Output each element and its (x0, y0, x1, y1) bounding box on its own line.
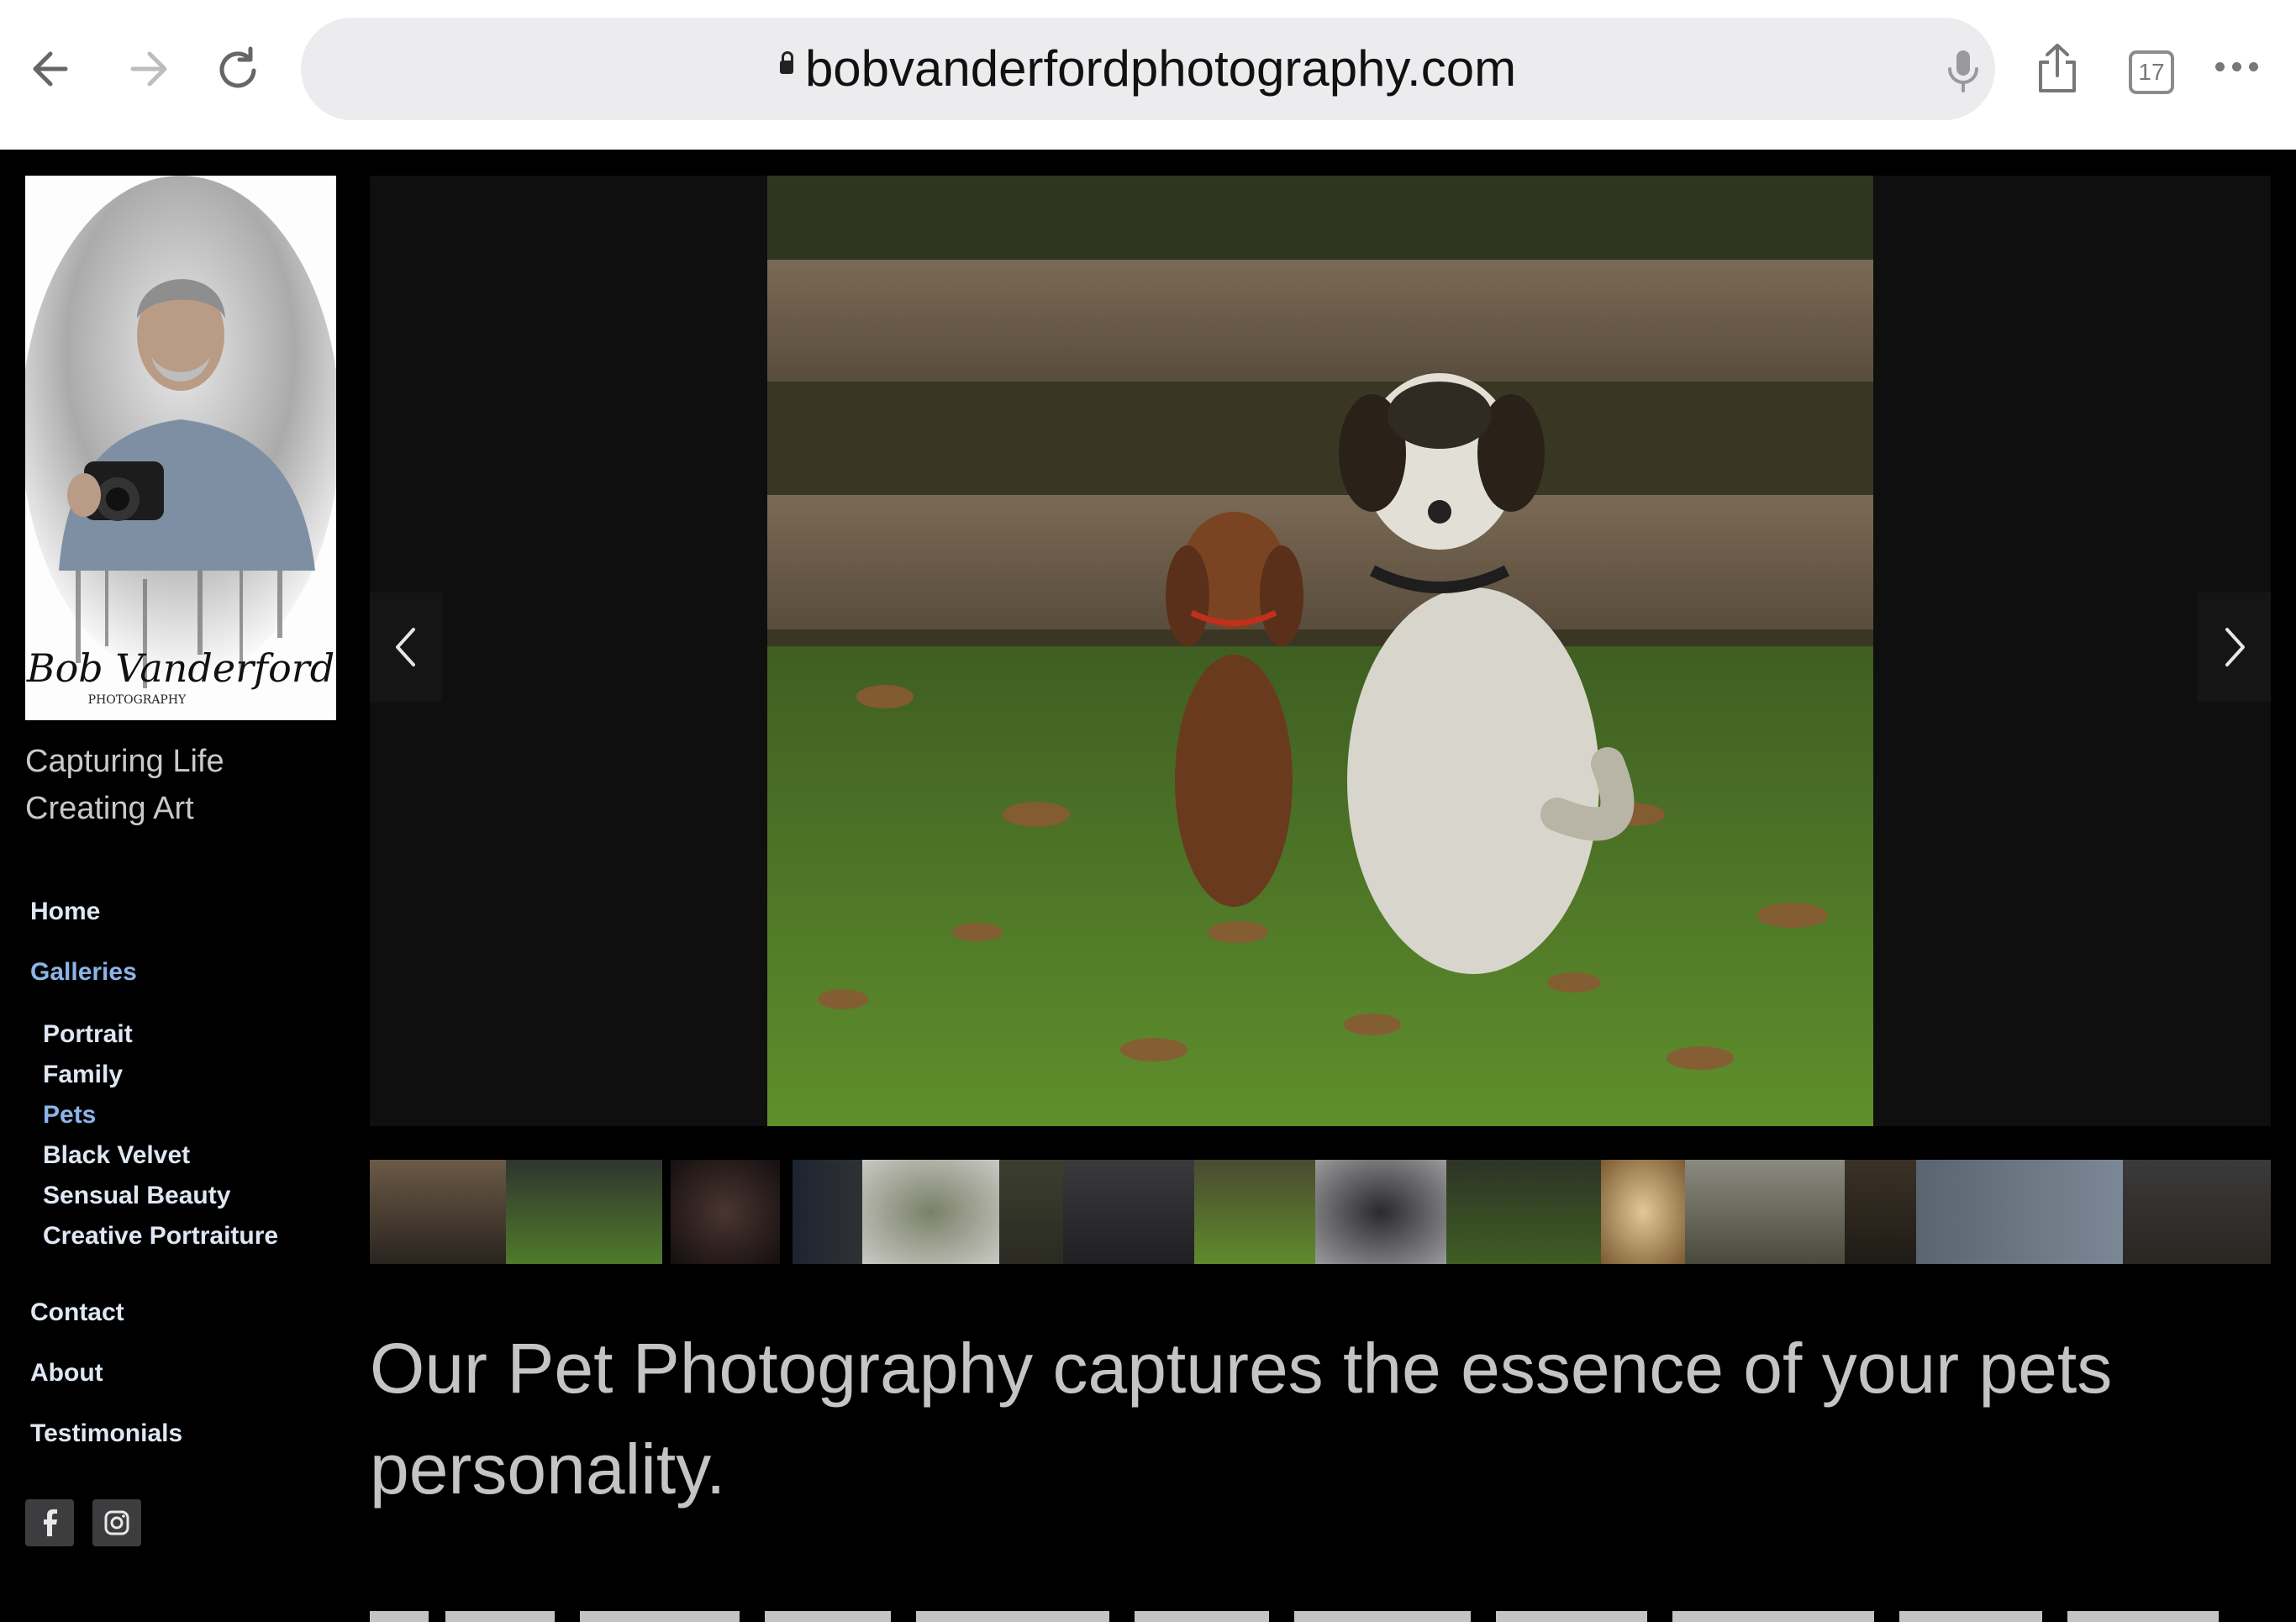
thumbnail[interactable] (370, 1160, 506, 1264)
thumbnail-strip (370, 1160, 2271, 1264)
photographer-portrait-logo[interactable]: Bob Vanderford PHOTOGRAPHY (25, 176, 336, 720)
thumbnail[interactable] (1063, 1160, 1194, 1264)
nav-pets[interactable]: Pets (43, 1101, 96, 1130)
tabs-icon[interactable]: 17 (2129, 50, 2174, 94)
thumbnail[interactable] (1601, 1160, 1685, 1264)
thumbnail[interactable] (1194, 1160, 1315, 1264)
nav-sensual-beauty[interactable]: Sensual Beauty (43, 1182, 230, 1210)
chevron-right-icon (2225, 628, 2245, 666)
logo-caption: PHOTOGRAPHY (88, 693, 187, 707)
thumbnail[interactable] (999, 1160, 1063, 1264)
nav-contact[interactable]: Contact (30, 1298, 124, 1327)
site-tagline: Capturing Life Creating Art (25, 738, 224, 832)
nav-family[interactable]: Family (43, 1061, 123, 1089)
truncated-paragraph (370, 1593, 2252, 1622)
browser-toolbar: bobvanderfordphotography.com 17 (0, 0, 2296, 150)
forward-arrow-icon[interactable] (116, 39, 176, 99)
thumbnail[interactable] (1916, 1160, 2126, 1264)
previous-slide-button[interactable] (370, 592, 442, 702)
lock-icon (779, 51, 793, 74)
nav-black-velvet[interactable]: Black Velvet (43, 1141, 190, 1170)
logo-signature: Bob Vanderford (26, 645, 334, 691)
tagline-line-1: Capturing Life (25, 744, 224, 779)
thumbnail[interactable] (671, 1160, 780, 1264)
instagram-icon[interactable] (92, 1499, 141, 1546)
thumbnail[interactable] (1315, 1160, 1446, 1264)
thumbnail[interactable] (1845, 1160, 1916, 1264)
facebook-icon[interactable] (25, 1499, 74, 1546)
nav-galleries[interactable]: Galleries (30, 958, 137, 987)
thumbnail[interactable] (506, 1160, 662, 1264)
nav-about[interactable]: About (30, 1359, 103, 1388)
reload-icon[interactable] (208, 39, 269, 99)
url-text: bobvanderfordphotography.com (804, 40, 1517, 97)
thumbnail[interactable] (2123, 1160, 2271, 1264)
nav-portrait[interactable]: Portrait (43, 1020, 133, 1049)
tab-count: 17 (2138, 59, 2165, 85)
nav-testimonials[interactable]: Testimonials (30, 1419, 182, 1448)
next-slide-button[interactable] (2197, 592, 2271, 702)
page-headline: Our Pet Photography captures the essence… (370, 1329, 2113, 1509)
main-slide-photo[interactable] (767, 176, 1873, 1126)
tagline-line-2: Creating Art (25, 791, 194, 826)
chevron-left-icon (396, 628, 415, 666)
back-arrow-icon[interactable] (24, 39, 84, 99)
address-bar[interactable]: bobvanderfordphotography.com (301, 18, 1995, 120)
more-icon[interactable] (2215, 61, 2266, 76)
thumbnail[interactable] (862, 1160, 999, 1264)
share-icon[interactable] (2032, 40, 2083, 100)
nav-creative-portraiture[interactable]: Creative Portraiture (43, 1222, 278, 1251)
thumbnail[interactable] (1446, 1160, 1601, 1264)
microphone-icon[interactable] (1941, 47, 1985, 98)
nav-home[interactable]: Home (30, 898, 100, 926)
